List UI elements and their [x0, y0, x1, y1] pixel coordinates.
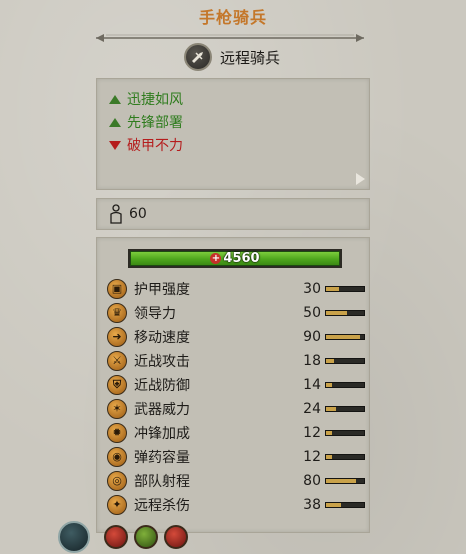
stat-label: 冲锋加成	[134, 425, 190, 442]
ammunition-icon: ◉	[107, 446, 127, 467]
melee-attack-icon: ⚔	[107, 350, 127, 371]
stat-bar-fill	[326, 478, 357, 483]
stat-bar-fill	[326, 454, 332, 459]
attribute-speed-icon[interactable]	[164, 525, 188, 549]
health-plus-icon: +	[210, 253, 222, 264]
stat-value: 24	[303, 400, 321, 417]
trait-label: 迅捷如风	[127, 92, 183, 108]
expand-arrow-icon[interactable]	[356, 173, 365, 185]
trait-label: 破甲不力	[127, 138, 183, 154]
stat-bar	[325, 429, 365, 436]
stat-value: 50	[303, 304, 321, 321]
unit-type-label: 远程骑兵	[220, 48, 281, 67]
stat-bar	[325, 285, 365, 292]
unit-card: 手枪骑兵 远程骑兵 迅捷如风 先锋部署 破甲不力 60 + 4560 ▣ 护甲强…	[0, 0, 466, 554]
triangle-up-icon	[109, 117, 121, 127]
speed-icon: ➜	[107, 326, 127, 347]
stat-bar-fill	[326, 430, 332, 435]
stat-row[interactable]: ◎ 部队射程 80	[107, 469, 367, 492]
trait-label: 先锋部署	[127, 115, 183, 131]
range-icon: ◎	[107, 470, 127, 491]
soldier-icon	[110, 204, 122, 224]
stat-label: 护甲强度	[134, 281, 190, 298]
stat-value: 30	[303, 280, 321, 297]
stat-bar-fill	[326, 358, 334, 363]
stat-bar	[325, 357, 365, 364]
faction-emblem-icon[interactable]	[58, 521, 90, 553]
stat-bar-fill	[326, 502, 342, 507]
stat-row[interactable]: ▣ 护甲强度 30	[107, 277, 367, 300]
stats-panel: + 4560 ▣ 护甲强度 30 ♛ 领导力 50 ➜ 移动速度 90 ⚔ 近战攻击 18 ⛨ 近战防御 1…	[96, 237, 370, 533]
stat-value: 14	[303, 376, 321, 393]
unit-type: 远程骑兵	[184, 42, 280, 72]
trait-item[interactable]: 迅捷如风	[109, 89, 183, 109]
attribute-eye-icon[interactable]	[134, 525, 158, 549]
stat-value: 90	[303, 328, 321, 345]
triangle-up-icon	[109, 94, 121, 104]
triangle-down-icon	[109, 140, 121, 150]
stat-value: 38	[303, 496, 321, 513]
traits-panel: 迅捷如风 先锋部署 破甲不力	[96, 78, 370, 190]
stat-row[interactable]: ✦ 远程杀伤 38	[107, 493, 367, 516]
stat-row[interactable]: ♛ 领导力 50	[107, 301, 367, 324]
stat-label: 武器威力	[134, 401, 190, 418]
charge-bonus-icon: ✹	[107, 422, 127, 443]
leadership-icon: ♛	[107, 302, 127, 323]
stat-label: 移动速度	[134, 329, 190, 346]
stat-value: 12	[303, 448, 321, 465]
health-bar: + 4560	[128, 249, 342, 268]
stat-label: 远程杀伤	[134, 497, 190, 514]
trait-item[interactable]: 破甲不力	[109, 135, 183, 155]
stat-label: 弹药容量	[134, 449, 190, 466]
stat-bar	[325, 453, 365, 460]
unit-size-panel: 60	[96, 198, 370, 230]
stat-bar	[325, 501, 365, 508]
stat-label: 近战攻击	[134, 353, 190, 370]
stat-value: 80	[303, 472, 321, 489]
melee-defense-icon: ⛨	[107, 374, 127, 395]
stat-label: 领导力	[134, 305, 176, 322]
stat-row[interactable]: ⚔ 近战攻击 18	[107, 349, 367, 372]
stat-bar	[325, 309, 365, 316]
stat-value: 12	[303, 424, 321, 441]
stat-row[interactable]: ✶ 武器威力 24	[107, 397, 367, 420]
trait-item[interactable]: 先锋部署	[109, 112, 183, 132]
stat-row[interactable]: ◉ 弹药容量 12	[107, 445, 367, 468]
ranged-cavalry-icon[interactable]	[184, 43, 212, 71]
weapon-strength-icon: ✶	[107, 398, 127, 419]
stat-bar-fill	[326, 406, 336, 411]
attribute-fire-icon[interactable]	[104, 525, 128, 549]
missile-damage-icon: ✦	[107, 494, 127, 515]
armor-icon: ▣	[107, 278, 127, 299]
stat-bar-fill	[326, 334, 361, 339]
stat-bar-fill	[326, 310, 347, 315]
abilities-bar	[58, 520, 194, 554]
health-value: 4560	[223, 251, 260, 266]
stat-row[interactable]: ✹ 冲锋加成 12	[107, 421, 367, 444]
unit-name: 手枪骑兵	[198, 8, 267, 27]
stat-row[interactable]: ➜ 移动速度 90	[107, 325, 367, 348]
stat-bar-fill	[326, 286, 340, 291]
stat-bar	[325, 333, 365, 340]
unit-size-value: 60	[129, 206, 147, 222]
stat-bar-fill	[326, 382, 333, 387]
stat-bar	[325, 477, 365, 484]
stat-bar	[325, 381, 365, 388]
stat-value: 18	[303, 352, 321, 369]
stat-bar	[325, 405, 365, 412]
stat-label: 部队射程	[134, 473, 190, 490]
stat-row[interactable]: ⛨ 近战防御 14	[107, 373, 367, 396]
stat-label: 近战防御	[134, 377, 190, 394]
